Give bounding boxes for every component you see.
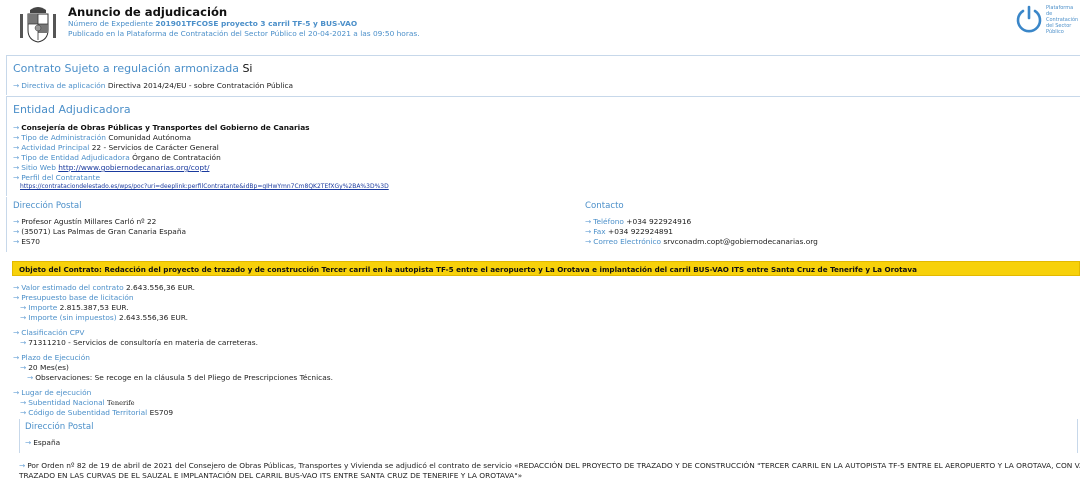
lugar-direccion-section: Dirección Postal → España (19, 419, 1078, 453)
sitio-web-row: → Sitio Web http://www.gobiernodecanarias… (13, 163, 210, 172)
directiva-row: → Directiva de aplicación Directiva 2014/… (13, 81, 294, 90)
expediente-value: 201901TFCOSE proyecto 3 carril TF-5 y BU… (155, 19, 358, 28)
observaciones-row: → Observaciones: Se recoge en la cláusula… (27, 373, 333, 382)
entidad-title: Entidad Adjudicadora (13, 103, 131, 116)
direccion-title: Dirección Postal (13, 201, 82, 211)
entidad-name: → Consejería de Obras Públicas y Transpor… (13, 123, 310, 132)
lugar-direccion-title: Dirección Postal (25, 422, 94, 432)
contacto-title: Contacto (585, 201, 624, 211)
published-line: Publicado en la Plataforma de Contrataci… (68, 29, 420, 38)
direccion-line1: → Profesor Agustín Millares Carló nº 22 (13, 217, 157, 226)
page-title: Anuncio de adjudicación (68, 5, 228, 19)
perfil-row: → Perfil del Contratante (13, 173, 101, 182)
perfil-link[interactable]: https://contrataciondelestado.es/wps/poc… (20, 183, 389, 190)
plazo-value-row: → 20 Mes(es) (20, 363, 69, 372)
importe-row: → Importe 2.815.387,53 EUR. (20, 303, 129, 312)
expediente-line: Número de Expediente 201901TFCOSE proyec… (68, 19, 357, 28)
cpv-value-row: → 71311210 - Servicios de consultoría en … (20, 338, 259, 347)
email-value[interactable]: srvconadm.copt@gobiernodecanarias.org (663, 237, 817, 246)
sitio-web-link[interactable]: http://www.gobiernodecanarias.org/copt/ (58, 163, 209, 172)
telefono-row: → Teléfono +034 922924916 (585, 217, 692, 226)
pais-row: → España (25, 438, 61, 447)
entidad-section: Entidad Adjudicadora → Consejería de Obra… (6, 96, 1080, 196)
fax-row: → Fax +034 922924891 (585, 227, 674, 236)
tipo-admin-row: → Tipo de Administración Comunidad Autóno… (13, 133, 191, 142)
email-row: → Correo Electrónico srvconadm.copt@gobie… (585, 237, 818, 246)
valor-row: → Valor estimado del contrato 2.643.556,3… (13, 283, 196, 292)
coat-of-arms-icon (20, 7, 56, 43)
importe-sin-row: → Importe (sin impuestos) 2.643.556,36 EU… (20, 313, 189, 322)
expediente-label: Número de Expediente (68, 19, 153, 28)
platform-logo-text: Plataforma de Contratación del Sector Pú… (1046, 5, 1079, 35)
direccion-contacto-section: Dirección Postal → Profesor Agustín Milla… (6, 197, 1080, 252)
objeto-bar: Objeto del Contrato: Redacción del proye… (12, 261, 1080, 276)
perfil-link-row: https://contrataciondelestado.es/wps/poc… (20, 183, 389, 190)
orden-line1: → Por Orden nº 82 de 19 de abril de 2021 … (19, 461, 1080, 470)
armonizada-value: Si (242, 62, 253, 75)
actividad-row: → Actividad Principal 22 - Servicios de C… (13, 143, 219, 152)
plazo-row: → Plazo de Ejecución (13, 353, 90, 362)
direccion-line3: → ES70 (13, 237, 40, 246)
cpv-row: → Clasificación CPV (13, 328, 85, 337)
lugar-row: → Lugar de ejecución (13, 388, 92, 397)
page-header: Anuncio de adjudicación Número de Expedi… (0, 0, 1080, 46)
cod-subentidad-row: → Código de Subentidad Territorial ES709 (20, 408, 174, 417)
armonizada-section: Contrato Sujeto a regulación armonizada … (6, 55, 1080, 95)
tipo-entidad-row: → Tipo de Entidad Adjudicadora Órgano de … (13, 153, 221, 162)
orden-line2: TRAZADO EN LAS CURVAS DE EL SAUZAL E IMP… (19, 471, 523, 480)
direccion-line2: → (35071) Las Palmas de Gran Canaria Espa… (13, 227, 187, 236)
subentidad-row: → Subentidad Nacional Tenerife (20, 398, 135, 407)
presupuesto-row: → Presupuesto base de licitación (13, 293, 134, 302)
objeto-text: Objeto del Contrato: Redacción del proye… (19, 265, 917, 274)
armonizada-title: Contrato Sujeto a regulación armonizada (13, 62, 239, 75)
power-logo-icon (1016, 5, 1042, 33)
